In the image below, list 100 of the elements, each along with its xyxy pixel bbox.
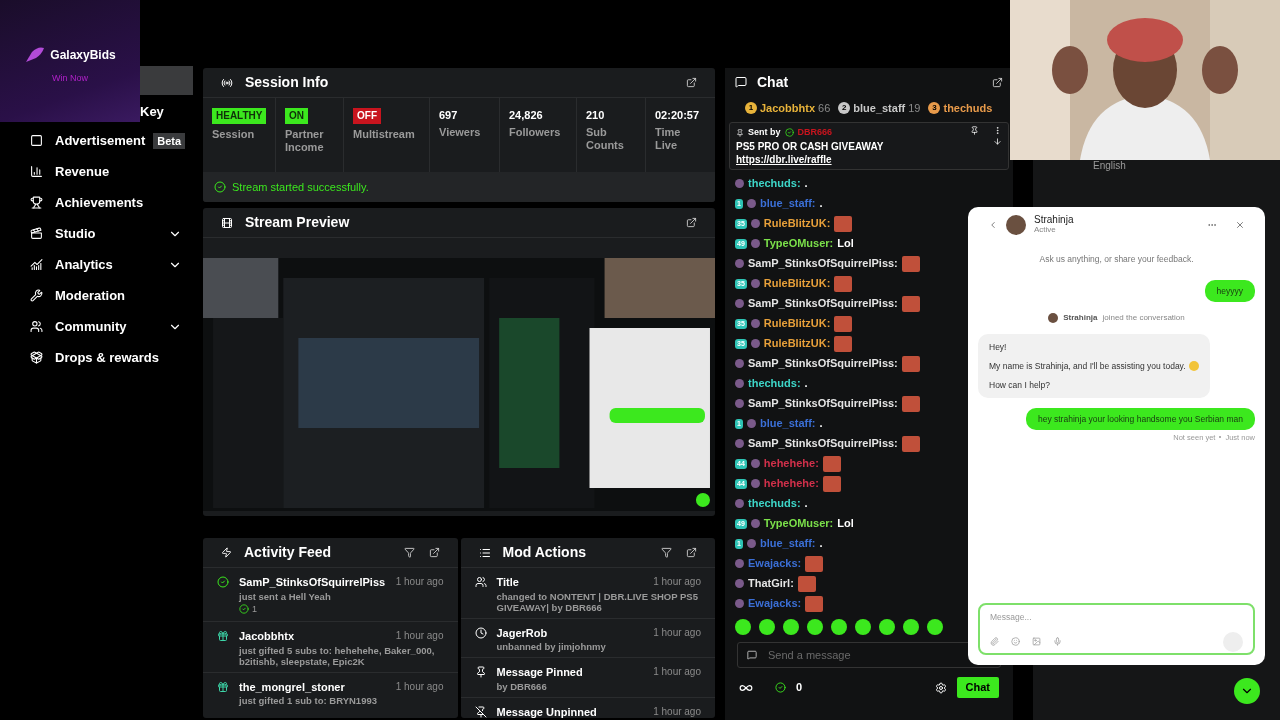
sidebar-item[interactable]: Revenue <box>0 156 200 187</box>
chat-username[interactable]: TypeOMuser: <box>763 515 834 532</box>
sidebar-item-icon <box>30 134 43 147</box>
feed-title: JagerRob <box>496 625 548 641</box>
people-icon <box>474 576 487 588</box>
sidebar-item-icon <box>30 258 43 271</box>
chat-username[interactable]: SamP_StinksOfSquirrelPiss: <box>748 435 898 452</box>
status-badge: HEALTHY <box>212 108 267 124</box>
chat-message: . <box>819 196 823 212</box>
emote-icon[interactable] <box>807 618 823 635</box>
user-avatar-icon <box>735 399 744 408</box>
rank-badge: 3 <box>928 102 941 114</box>
feed-title: Message Pinned <box>496 665 583 680</box>
agent-name: Strahinja <box>1034 215 1074 225</box>
emote-icon[interactable] <box>759 618 775 635</box>
emoji-icon <box>1188 360 1199 371</box>
feed-title: the_mongrel_stoner <box>239 679 345 695</box>
chat-username[interactable]: thechuds: <box>748 495 801 512</box>
popout-icon[interactable] <box>992 76 1003 88</box>
rank-badge: 2 <box>838 102 851 114</box>
sidebar-item[interactable]: Studio <box>0 218 200 249</box>
popout-icon[interactable] <box>686 547 697 558</box>
chat-username[interactable]: blue_staff: <box>759 195 816 212</box>
intro-text: Ask us anything, or share your feedback. <box>1039 253 1194 266</box>
chat-username[interactable]: ThatGirl: <box>748 575 794 592</box>
chat-username[interactable]: SamP_StinksOfSquirrelPiss: <box>748 395 898 412</box>
feed-detail: unbanned by jimjohnmy <box>496 641 607 652</box>
feed-time: 1 hour ago <box>653 625 701 640</box>
pin-icon <box>474 666 487 678</box>
pinned-text: PS5 PRO OR CASH GIVEAWAY <box>736 139 885 153</box>
chat-username[interactable]: thechuds: <box>748 375 801 392</box>
user-avatar-icon <box>735 559 744 568</box>
user-avatar-icon <box>746 539 756 548</box>
chat-input[interactable]: Send a message <box>737 641 1001 668</box>
chat-username[interactable]: Ewajacks: <box>748 555 802 572</box>
chat-username[interactable]: hehehehe: <box>763 475 819 492</box>
emote-icon[interactable] <box>855 618 871 635</box>
sidebar-item[interactable]: Key <box>140 102 164 122</box>
popout-icon[interactable] <box>686 217 697 228</box>
message-input[interactable]: Message... <box>990 611 1243 624</box>
sidebar-item-icon <box>30 351 43 364</box>
chat-username[interactable]: thechuds: <box>748 175 801 192</box>
emote-icon[interactable] <box>903 618 919 635</box>
chat-username[interactable]: blue_staff: <box>759 535 816 552</box>
user-avatar-icon <box>735 499 744 508</box>
chat-username[interactable]: RuleBlitzUK: <box>763 215 831 232</box>
sidebar-item[interactable]: Analytics <box>0 249 200 280</box>
chat-username[interactable]: blue_staff: <box>759 415 816 432</box>
sidebar-item[interactable]: Advertisement Beta <box>0 125 200 156</box>
chat-username[interactable]: TypeOMuser: <box>763 235 834 252</box>
stat-label: Session <box>212 128 256 141</box>
status-badge: OFF <box>353 108 381 124</box>
raffle-link[interactable]: https://dbr.live/raffle <box>736 152 832 166</box>
user-avatar-icon <box>750 339 760 348</box>
user-avatar-icon <box>735 179 744 188</box>
emote-icon[interactable] <box>735 618 751 635</box>
agent-avatar <box>1048 312 1059 323</box>
status-badge: ON <box>285 108 308 124</box>
popout-icon[interactable] <box>686 77 697 88</box>
chat-message: . <box>804 176 808 192</box>
chat-username[interactable]: SamP_StinksOfSquirrelPiss: <box>748 295 898 312</box>
popout-icon[interactable] <box>428 547 440 558</box>
sidebar-item[interactable]: Achievements <box>0 187 200 218</box>
chat-username[interactable]: Ewajacks: <box>748 595 802 612</box>
close-icon[interactable] <box>1235 220 1245 230</box>
emote-icon[interactable] <box>879 618 895 635</box>
more-icon[interactable] <box>993 126 1002 135</box>
leaderboard-user: Jacobbhtx <box>760 100 815 116</box>
chat-username[interactable]: RuleBlitzUK: <box>763 335 831 352</box>
back-icon[interactable] <box>988 220 998 230</box>
feed-time: 1 hour ago <box>395 575 444 589</box>
chat-username[interactable]: hehehehe: <box>763 455 819 472</box>
emote-icon[interactable] <box>783 618 799 635</box>
send-chat-button[interactable]: Chat <box>956 677 999 698</box>
user-avatar-icon <box>735 379 744 388</box>
panel-title: Chat <box>757 72 789 92</box>
arrow-down-icon[interactable] <box>993 137 1002 146</box>
sidebar-item[interactable]: Drops & rewards <box>0 342 200 373</box>
stat-label: Multistream <box>353 128 416 141</box>
unpin-icon <box>474 705 487 718</box>
sidebar-item-icon <box>30 165 43 178</box>
stat-label: Time Live <box>655 126 682 152</box>
stat-value: 697 <box>439 108 459 122</box>
chat-username[interactable]: RuleBlitzUK: <box>763 315 831 332</box>
sidebar-item[interactable]: Community <box>0 311 200 342</box>
chat-username[interactable]: SamP_StinksOfSquirrelPiss: <box>748 255 898 272</box>
settings-icon[interactable] <box>934 681 947 694</box>
filter-icon[interactable] <box>661 547 672 558</box>
leaderboard-user: blue_staff <box>853 100 906 116</box>
user-avatar-icon <box>750 239 760 248</box>
user-avatar-icon <box>750 459 760 468</box>
sidebar-item[interactable]: Moderation <box>0 280 200 311</box>
emote-icon[interactable] <box>831 618 847 635</box>
filter-icon[interactable] <box>403 547 415 558</box>
chat-username[interactable]: SamP_StinksOfSquirrelPiss: <box>748 355 898 372</box>
sidebar-item-icon <box>30 320 43 333</box>
emote-icon[interactable] <box>927 618 943 635</box>
sidebar-highlight <box>140 66 193 95</box>
feed-title: Jacobbhtx <box>239 629 294 644</box>
chat-username[interactable]: RuleBlitzUK: <box>763 275 831 292</box>
